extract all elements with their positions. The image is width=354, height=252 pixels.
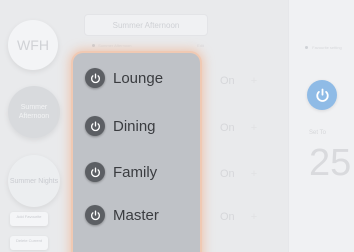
- power-icon[interactable]: [85, 68, 105, 88]
- plus-icon[interactable]: +: [251, 122, 257, 134]
- temperature-setpoint: 25: [309, 142, 352, 184]
- scene-summer-nights-button[interactable]: Summer Nights: [8, 155, 60, 207]
- scene-meta-left: Summer Afternoon: [98, 43, 132, 48]
- zone-toggle-family[interactable]: On +: [196, 167, 258, 181]
- room-label: Family: [113, 163, 158, 181]
- delete-current-button[interactable]: Delete Current: [10, 236, 48, 250]
- scene-wfh-label: WFH: [17, 36, 49, 53]
- rooms-panel: Lounge Dining Family Master: [73, 53, 200, 252]
- status-dot-icon: [305, 46, 308, 49]
- toggle-state-label: On: [220, 75, 235, 87]
- scene-summer-afternoon-label: Summer Afternoon: [18, 104, 50, 120]
- climate-power-button[interactable]: [307, 80, 337, 110]
- scene-name-value: Summer Afternoon: [112, 20, 180, 30]
- scene-summer-nights-label: Summer Nights: [9, 177, 59, 185]
- scenes-column: WFH Summer Afternoon Summer Nights Add F…: [0, 0, 70, 252]
- room-label: Master: [113, 206, 159, 224]
- scene-summer-afternoon-button[interactable]: Summer Afternoon: [8, 86, 60, 138]
- status-dot-icon: [92, 44, 95, 47]
- set-to-label: Set To: [309, 130, 326, 136]
- zone-toggle-master[interactable]: On +: [196, 210, 258, 224]
- room-row-family[interactable]: Family: [85, 158, 205, 186]
- zone-toggle-dining[interactable]: On +: [196, 121, 258, 135]
- zone-toggles: On + On + On + On +: [196, 0, 276, 252]
- climate-panel-label: Favourite setting: [305, 45, 342, 50]
- power-icon[interactable]: [85, 205, 105, 225]
- room-row-master[interactable]: Master: [85, 201, 205, 229]
- toggle-state-label: On: [220, 168, 235, 180]
- scene-wfh-button[interactable]: WFH: [8, 20, 58, 70]
- scene-meta-row: Summer Afternoon Edit: [92, 43, 204, 49]
- toggle-state-label: On: [220, 211, 235, 223]
- plus-icon[interactable]: +: [251, 168, 257, 180]
- power-icon: [315, 88, 329, 102]
- room-label: Lounge: [113, 69, 164, 87]
- room-label: Dining: [113, 117, 156, 135]
- room-row-lounge[interactable]: Lounge: [85, 64, 205, 92]
- toggle-state-label: On: [220, 122, 235, 134]
- power-icon[interactable]: [85, 162, 105, 182]
- scene-name-field[interactable]: Summer Afternoon: [84, 14, 208, 36]
- plus-icon[interactable]: +: [251, 211, 257, 223]
- app-window: WFH Summer Afternoon Summer Nights Add F…: [0, 0, 354, 252]
- plus-icon[interactable]: +: [251, 75, 257, 87]
- climate-panel: Favourite setting Set To 25: [288, 0, 354, 252]
- add-favourite-button[interactable]: Add Favourite: [10, 212, 48, 226]
- power-icon[interactable]: [85, 116, 105, 136]
- room-row-dining[interactable]: Dining: [85, 112, 205, 140]
- zone-toggle-lounge[interactable]: On +: [196, 74, 258, 88]
- climate-panel-label-text: Favourite setting: [312, 45, 342, 50]
